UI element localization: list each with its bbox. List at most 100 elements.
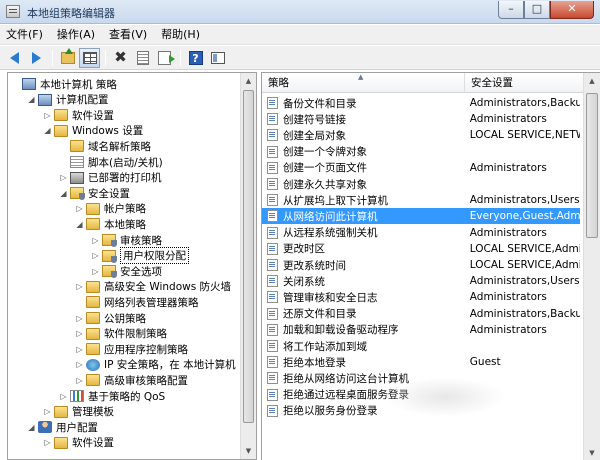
help-icon: ? — [188, 50, 203, 65]
expand-icon[interactable]: ▷ — [75, 282, 84, 291]
policy-row[interactable]: 创建全局对象 LOCAL SERVICE,NETWO... — [262, 127, 580, 143]
policy-row[interactable]: 还原文件和目录 Administrators,Backup ... — [262, 306, 580, 322]
tree-item[interactable]: ▷ 管理模板 — [43, 404, 114, 420]
tree-item[interactable]: ◢ 用户配置 — [27, 419, 98, 435]
tree-item[interactable]: ▷ 用户权限分配 — [91, 247, 189, 265]
shield-icon — [102, 234, 117, 247]
column-header-policy[interactable]: 策略 ▲ — [262, 73, 465, 93]
tree-item[interactable]: ▷ 帐户策略 — [75, 201, 146, 217]
globe-icon — [86, 358, 100, 371]
expand-icon[interactable]: ▷ — [43, 407, 52, 416]
policy-row[interactable]: 创建永久共享对象 — [262, 176, 580, 192]
policy-security-setting: Administrators — [469, 226, 547, 239]
tree-item[interactable]: 本地计算机 策略 — [11, 76, 117, 92]
expand-icon[interactable]: ▷ — [91, 236, 100, 245]
expand-icon[interactable]: ▷ — [75, 314, 84, 323]
help-button[interactable]: ? — [185, 48, 206, 68]
tree-item[interactable]: ◢ 安全设置 — [59, 185, 130, 201]
column-header-security-setting[interactable]: 安全设置 — [465, 73, 595, 93]
tree-item[interactable]: ▷ IP 安全策略，在 本地计算机 — [75, 357, 236, 373]
folder-icon — [54, 405, 68, 418]
expand-icon[interactable]: ▷ — [91, 267, 100, 276]
menu-help[interactable]: 帮助(H) — [154, 26, 207, 44]
tree-item[interactable]: ◢ 本地策略 — [75, 216, 146, 232]
policy-icon — [267, 242, 278, 255]
tree-item[interactable]: ▷ 软件设置 — [43, 435, 114, 451]
tree-item-label: 安全选项 — [120, 265, 162, 278]
scroll-down-icon[interactable]: ▼ — [584, 445, 600, 460]
policy-row[interactable]: 关闭系统 Administrators,Users,Ba... — [262, 273, 580, 289]
scroll-thumb[interactable] — [243, 90, 254, 423]
tree-item[interactable]: 域名解析策略 — [59, 138, 151, 154]
list-header: 策略 ▲ 安全设置 — [262, 73, 600, 93]
policy-row[interactable]: 备份文件和目录 Administrators,Backup ... — [262, 95, 580, 111]
tree-item[interactable]: ◢ Windows 设置 — [43, 123, 143, 139]
back-button[interactable] — [4, 48, 25, 68]
panel-button[interactable] — [207, 48, 228, 68]
folder-icon — [86, 296, 100, 309]
policy-row[interactable]: 创建一个页面文件 Administrators — [262, 160, 580, 176]
policy-row[interactable]: 管理审核和安全日志 Administrators — [262, 289, 580, 305]
tree-item[interactable]: ▷ 公钥策略 — [75, 310, 146, 326]
menu-action[interactable]: 操作(A) — [50, 26, 102, 44]
expand-icon[interactable]: ▷ — [75, 360, 84, 369]
menu-file[interactable]: 文件(F) — [0, 26, 50, 44]
panel-icon — [210, 51, 225, 64]
delete-button[interactable]: ✖ — [110, 48, 131, 68]
tree-item-label: 软件限制策略 — [104, 328, 167, 341]
policy-row[interactable]: 从扩展坞上取下计算机 Administrators,Users — [262, 192, 580, 208]
minimize-button[interactable]: – — [498, 1, 524, 19]
expand-icon[interactable]: ▷ — [75, 329, 84, 338]
up-folder-button[interactable] — [57, 47, 78, 68]
expand-icon[interactable]: ▷ — [75, 345, 84, 354]
collapse-icon[interactable]: ◢ — [75, 220, 84, 229]
expand-icon[interactable]: ▷ — [75, 376, 84, 385]
properties-button[interactable] — [132, 48, 153, 68]
tree-item[interactable]: ▷ 高级审核策略配置 — [75, 372, 188, 388]
expand-icon[interactable]: ▷ — [43, 111, 52, 120]
policy-row[interactable]: 加载和卸载设备驱动程序 Administrators — [262, 322, 580, 338]
scroll-up-icon[interactable]: ▲ — [241, 73, 256, 89]
scroll-down-icon[interactable]: ▼ — [241, 443, 256, 459]
collapse-icon[interactable]: ◢ — [43, 126, 52, 135]
policy-scrollbar[interactable]: ▲ ▼ — [583, 73, 600, 460]
scroll-up-icon[interactable]: ▲ — [584, 73, 600, 89]
policy-row[interactable]: 拒绝本地登录 Guest — [262, 354, 580, 370]
menu-view[interactable]: 查看(V) — [102, 26, 154, 44]
scroll-thumb[interactable] — [586, 93, 598, 238]
tree-item[interactable]: 网络列表管理器策略 — [75, 294, 199, 310]
policy-row[interactable]: 创建符号链接 Administrators — [262, 111, 580, 127]
console-tree[interactable]: 本地计算机 策略 ◢ 计算机配置 ▷ 软件设置 ◢ Windows 设置 域名解析策略 脚本(启… — [7, 72, 257, 460]
expand-icon[interactable]: ▷ — [43, 438, 52, 447]
policy-row[interactable]: 创建一个令牌对象 — [262, 144, 580, 160]
policy-row[interactable]: 更改时区 LOCAL SERVICE,Admini... — [262, 241, 580, 257]
expand-icon[interactable]: ▷ — [75, 204, 84, 213]
expand-icon[interactable]: ▷ — [91, 251, 100, 260]
tree-item[interactable]: ◢ 计算机配置 — [27, 92, 109, 108]
show-tree-button[interactable] — [79, 47, 100, 68]
tree-item[interactable]: ▷ 软件限制策略 — [75, 326, 167, 342]
tree-item[interactable]: ▷ 安全选项 — [91, 263, 162, 279]
close-button[interactable]: ✕ — [550, 1, 594, 19]
tree-item[interactable]: ▷ 审核策略 — [91, 232, 162, 248]
tree-item[interactable]: ▷ 高级安全 Windows 防火墙 — [75, 279, 231, 295]
expand-icon[interactable]: ▷ — [59, 173, 68, 182]
policy-row[interactable]: 从远程系统强制关机 Administrators — [262, 225, 580, 241]
tree-item[interactable]: 脚本(启动/关机) — [59, 154, 163, 170]
policy-row[interactable]: 将工作站添加到域 — [262, 338, 580, 354]
tree-item[interactable]: ▷ 应用程序控制策略 — [75, 341, 188, 357]
collapse-icon[interactable]: ◢ — [27, 423, 36, 432]
folder-icon — [86, 374, 100, 387]
policy-row[interactable]: 更改系统时间 LOCAL SERVICE,Admini... — [262, 257, 580, 273]
policy-row[interactable]: 从网络访问此计算机 Everyone,Guest,Adminis... — [262, 208, 580, 225]
tree-item[interactable]: ▷ 已部署的打印机 — [59, 170, 162, 186]
collapse-icon[interactable]: ◢ — [59, 189, 68, 198]
tree-item[interactable]: ▷ 基于策略的 QoS — [59, 388, 165, 404]
tree-item[interactable]: ▷ 软件设置 — [43, 107, 114, 123]
collapse-icon[interactable]: ◢ — [27, 95, 36, 104]
maximize-button[interactable]: □ — [524, 1, 550, 19]
tree-scrollbar[interactable]: ▲ ▼ — [240, 73, 256, 459]
expand-icon[interactable]: ▷ — [59, 392, 68, 401]
export-button[interactable] — [154, 48, 175, 68]
forward-button[interactable] — [26, 48, 47, 68]
